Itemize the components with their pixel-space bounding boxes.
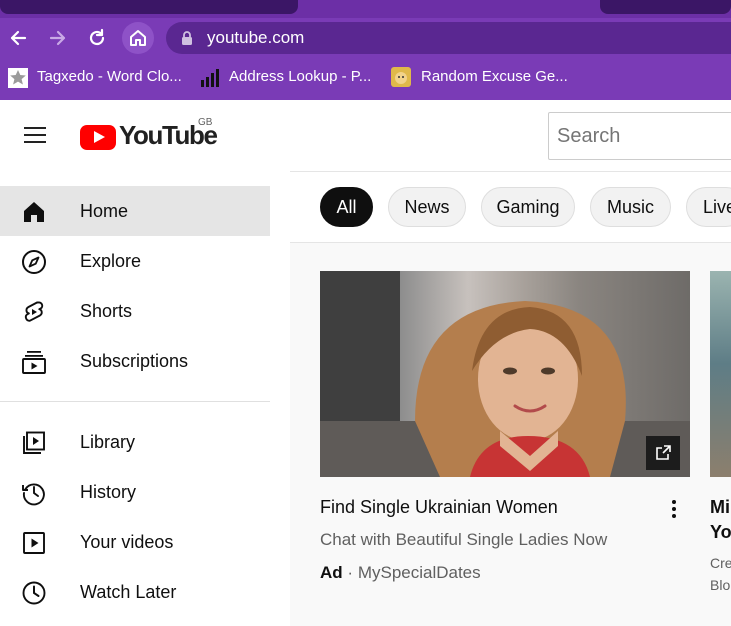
arrow-left-icon <box>10 30 27 46</box>
channel-name: Cre <box>710 555 731 571</box>
home-icon <box>24 202 44 222</box>
bookmark-label[interactable]: Address Lookup - P... <box>229 68 371 85</box>
your-videos-icon <box>23 532 45 554</box>
video-title[interactable]: Find Single Ukrainian Women <box>320 497 558 518</box>
sidebar-item-explore[interactable]: Explore <box>0 236 270 286</box>
sidebar-item-label: Subscriptions <box>80 351 189 371</box>
region-badge: GB <box>198 117 213 128</box>
video-thumbnail[interactable] <box>320 271 690 477</box>
chip-label: Gaming <box>496 196 560 217</box>
clock-icon <box>22 581 46 605</box>
external-link-icon <box>656 445 671 460</box>
browser-tab[interactable] <box>600 0 731 14</box>
star-icon <box>8 68 28 88</box>
menu-icon-bar <box>24 141 46 143</box>
sidebar-item-label: Explore <box>80 251 142 271</box>
sidebar-item-label: Shorts <box>80 301 133 321</box>
chip-label: All <box>336 196 357 217</box>
sidebar-item-history[interactable]: History <box>0 467 270 517</box>
sidebar-item-your-videos[interactable]: Your videos <box>0 517 270 567</box>
chip-music[interactable]: Music <box>590 187 671 227</box>
video-title[interactable]: Yo <box>710 522 731 543</box>
chip-live[interactable]: Live <box>686 187 731 227</box>
sidebar-item-subscriptions[interactable]: Subscriptions <box>0 336 270 386</box>
search-input[interactable] <box>548 112 731 160</box>
sidebar-item-watch-later[interactable]: Watch Later <box>0 567 270 617</box>
history-icon <box>22 483 45 506</box>
chip-label: Live <box>703 196 731 217</box>
external-link-button[interactable] <box>646 436 680 470</box>
sidebar-item-label: Library <box>80 432 136 452</box>
menu-icon-bar <box>24 134 46 136</box>
reload-icon <box>89 28 105 46</box>
video-title[interactable]: Mi <box>710 497 730 518</box>
advertiser-name[interactable]: MySpecialDates <box>358 563 481 582</box>
kebab-dot <box>672 500 676 504</box>
forward-button[interactable] <box>44 24 72 52</box>
home-button[interactable] <box>122 22 154 54</box>
sidebar-item-label: Home <box>80 201 129 221</box>
sidebar-item-shorts[interactable]: Shorts <box>0 286 270 336</box>
back-button[interactable] <box>4 24 32 52</box>
lock-icon <box>182 31 192 45</box>
chip-all[interactable]: All <box>320 187 373 227</box>
kebab-dot <box>672 514 676 518</box>
sidebar-divider <box>0 401 270 402</box>
sidebar-item-label: Your videos <box>80 532 174 552</box>
ad-meta: Ad · MySpecialDates <box>320 563 481 583</box>
bookmark-label[interactable]: Tagxedo - Word Clo... <box>37 68 182 85</box>
menu-button[interactable] <box>16 118 54 152</box>
play-triangle-icon <box>94 131 105 143</box>
video-thumbnail[interactable] <box>710 271 731 477</box>
sidebar-item-home[interactable]: Home <box>0 186 270 236</box>
chip-label: Music <box>606 196 654 217</box>
kebab-dot <box>672 507 676 511</box>
home-outline-icon <box>130 30 146 46</box>
sidebar-item-library[interactable]: Library <box>0 417 270 467</box>
compass-icon <box>22 250 46 274</box>
sidebar-item-label: Watch Later <box>80 582 177 602</box>
menu-icon-bar <box>24 127 46 129</box>
library-icon <box>23 431 45 454</box>
signal-bars-icon <box>201 69 219 87</box>
arrow-right-icon <box>49 30 66 46</box>
sidebar-item-label: History <box>80 482 137 502</box>
video-meta: Blo <box>710 577 731 593</box>
chip-news[interactable]: News <box>388 187 466 227</box>
subscriptions-icon <box>22 351 46 374</box>
shorts-icon <box>24 301 44 322</box>
chip-label: News <box>404 196 450 217</box>
browser-tab-strip <box>0 0 731 18</box>
doge-icon <box>391 67 411 87</box>
more-actions-button[interactable] <box>664 498 684 522</box>
browser-tab[interactable] <box>0 0 298 14</box>
bookmark-label[interactable]: Random Excuse Ge... <box>421 68 568 85</box>
chip-gaming[interactable]: Gaming <box>481 187 575 227</box>
meta-separator: · <box>347 563 354 582</box>
ad-badge: Ad <box>320 563 343 582</box>
thumbnail-image <box>320 271 690 477</box>
reload-button[interactable] <box>83 24 111 52</box>
video-description: Chat with Beautiful Single Ladies Now <box>320 530 608 549</box>
url-text[interactable]: youtube.com <box>207 28 304 48</box>
